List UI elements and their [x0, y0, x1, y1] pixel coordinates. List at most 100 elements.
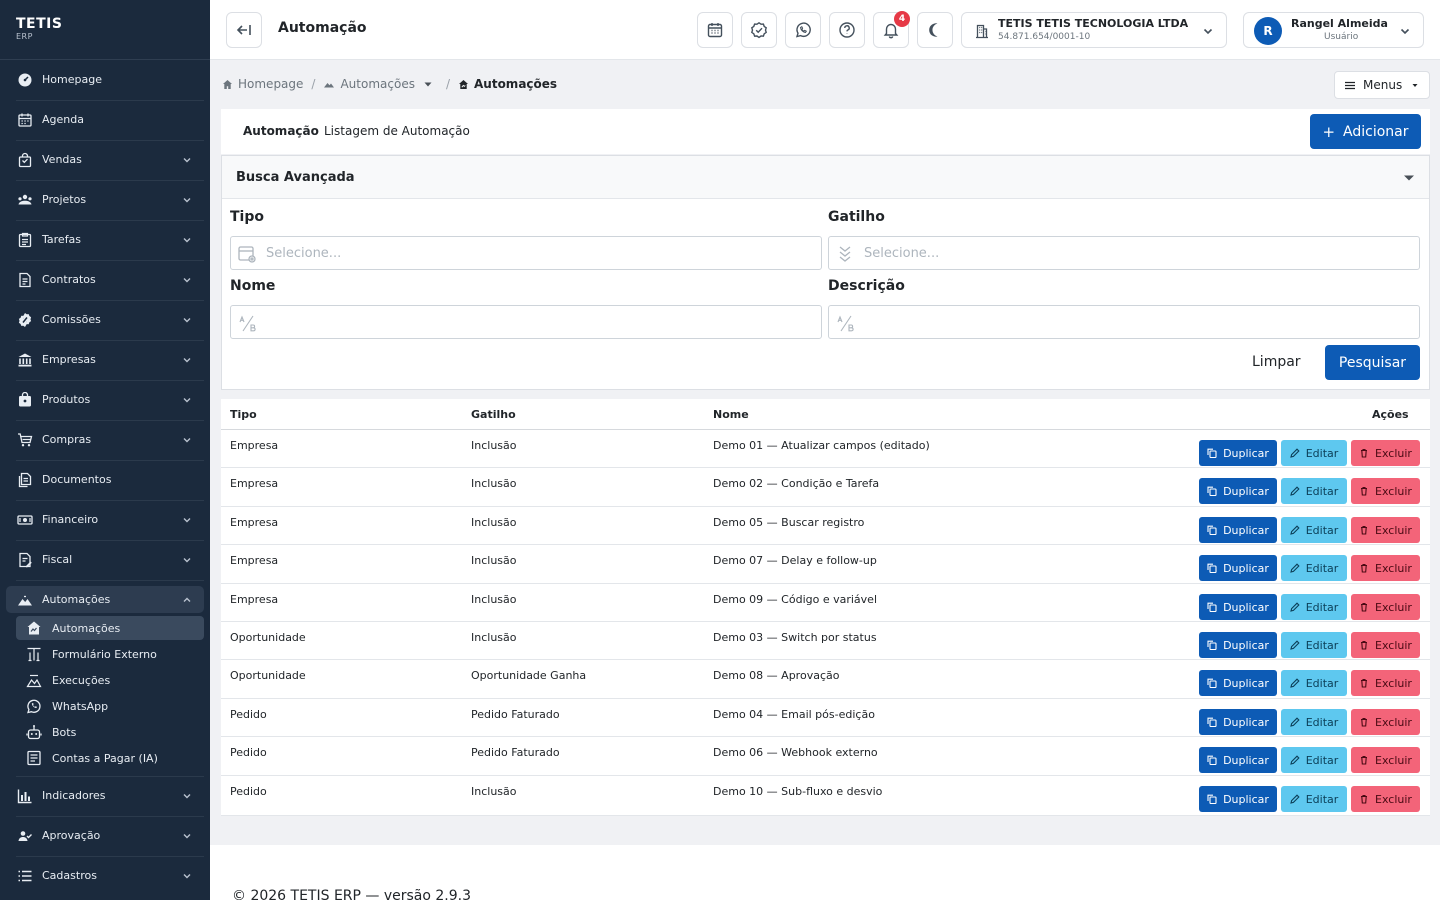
sidebar-item-automacoes[interactable]: Automações: [6, 586, 204, 613]
edit-button[interactable]: Editar: [1281, 478, 1347, 504]
sidebar-item-compras[interactable]: Compras: [6, 426, 204, 453]
sidebar-item-homepage[interactable]: Homepage: [6, 66, 204, 93]
sidebar-subitem-automacoes[interactable]: Automações: [16, 616, 204, 640]
delete-button[interactable]: Excluir: [1351, 555, 1420, 581]
duplicate-button[interactable]: Duplicar: [1199, 747, 1277, 773]
menus-label: Menus: [1363, 78, 1403, 92]
table-row[interactable]: Empresa Inclusão Demo 01 — Atualizar campo…: [221, 430, 1430, 468]
edit-button[interactable]: Editar: [1281, 747, 1347, 773]
add-button[interactable]: + Adicionar: [1310, 114, 1421, 149]
calendar-button[interactable]: [697, 12, 733, 48]
duplicate-button[interactable]: Duplicar: [1199, 670, 1277, 696]
table-row[interactable]: Empresa Inclusão Demo 07 — Delay e follow-…: [221, 545, 1430, 584]
sidebar-item-indicadores[interactable]: Indicadores: [6, 782, 204, 809]
sidebar-item-produtos[interactable]: Produtos: [6, 386, 204, 413]
sidebar-item-label: Comissões: [42, 313, 101, 326]
cell-tipo: Pedido: [230, 746, 267, 759]
delete-button[interactable]: Excluir: [1351, 709, 1420, 735]
edit-button[interactable]: Editar: [1281, 440, 1347, 466]
cell-gatilho: Inclusão: [471, 631, 517, 644]
sidebar-item-projetos[interactable]: Projetos: [6, 186, 204, 213]
theme-toggle-button[interactable]: [917, 12, 953, 48]
duplicate-button[interactable]: Duplicar: [1199, 440, 1277, 466]
edit-button[interactable]: Editar: [1281, 709, 1347, 735]
edit-label: Editar: [1305, 484, 1339, 498]
sidebar-item-financeiro[interactable]: Financeiro: [6, 506, 204, 533]
sidebar-subitem-bots[interactable]: Bots: [16, 720, 204, 744]
nome-input[interactable]: [230, 305, 822, 339]
column-header-nome[interactable]: Nome: [713, 408, 749, 421]
sidebar-item-empresas[interactable]: Empresas: [6, 346, 204, 373]
menus-dropdown-button[interactable]: Menus: [1334, 71, 1430, 99]
delete-button[interactable]: Excluir: [1351, 440, 1420, 466]
sidebar-subitem-whatsapp[interactable]: WhatsApp: [16, 694, 204, 718]
edit-button[interactable]: Editar: [1281, 517, 1347, 543]
sidebar-subitem-contasapagaria[interactable]: Contas a Pagar (IA): [16, 746, 204, 770]
clear-button[interactable]: Limpar: [1252, 354, 1301, 370]
delete-button[interactable]: Excluir: [1351, 517, 1420, 543]
duplicate-button[interactable]: Duplicar: [1199, 709, 1277, 735]
duplicate-button[interactable]: Duplicar: [1199, 594, 1277, 620]
verified-button[interactable]: [741, 12, 777, 48]
whatsapp-button[interactable]: [785, 12, 821, 48]
edit-button[interactable]: Editar: [1281, 670, 1347, 696]
sidebar-item-tarefas[interactable]: Tarefas: [6, 226, 204, 253]
sidebar-item-documentos[interactable]: Documentos: [6, 466, 204, 493]
search-button[interactable]: Pesquisar: [1325, 345, 1420, 380]
sidebar-item-agenda[interactable]: Agenda: [6, 106, 204, 133]
table-row[interactable]: Empresa Inclusão Demo 02 — Condição e Tare…: [221, 468, 1430, 507]
table-row[interactable]: Pedido Inclusão Demo 10 — Sub-fluxo e desv…: [221, 776, 1430, 816]
collapse-sidebar-button[interactable]: [226, 12, 262, 48]
duplicate-button[interactable]: Duplicar: [1199, 786, 1277, 812]
advanced-search-header[interactable]: Busca Avançada: [222, 156, 1429, 199]
delete-button[interactable]: Excluir: [1351, 632, 1420, 658]
copy-icon: [1207, 486, 1217, 496]
edit-button[interactable]: Editar: [1281, 555, 1347, 581]
user-menu[interactable]: R Rangel Almeida Usuário: [1243, 12, 1424, 48]
duplicate-label: Duplicar: [1223, 600, 1269, 614]
sidebar-item-label: Compras: [42, 433, 92, 446]
table-row[interactable]: Oportunidade Inclusão Demo 03 — Switch por…: [221, 622, 1430, 660]
duplicate-button[interactable]: Duplicar: [1199, 517, 1277, 543]
delete-label: Excluir: [1375, 792, 1412, 806]
table-row[interactable]: Empresa Inclusão Demo 05 — Buscar registro…: [221, 507, 1430, 545]
duplicate-button[interactable]: Duplicar: [1199, 632, 1277, 658]
edit-button[interactable]: Editar: [1281, 786, 1347, 812]
table-row[interactable]: Empresa Inclusão Demo 09 — Código e variáv…: [221, 584, 1430, 622]
sidebar-item-fiscal[interactable]: Fiscal: [6, 546, 204, 573]
cell-gatilho: Inclusão: [471, 477, 517, 490]
tipo-select[interactable]: Selecione...: [230, 236, 822, 270]
trash-icon: [1361, 755, 1368, 765]
sidebar-item-cadastros[interactable]: Cadastros: [6, 862, 204, 889]
chevron-down-icon: [182, 831, 192, 841]
column-header-tipo[interactable]: Tipo: [230, 408, 257, 421]
sidebar-subitem-formularioexterno[interactable]: Formulário Externo: [16, 642, 204, 666]
sidebar-item-vendas[interactable]: Vendas: [6, 146, 204, 173]
delete-button[interactable]: Excluir: [1351, 747, 1420, 773]
delete-button[interactable]: Excluir: [1351, 594, 1420, 620]
edit-button[interactable]: Editar: [1281, 594, 1347, 620]
edit-button[interactable]: Editar: [1281, 632, 1347, 658]
breadcrumb-home[interactable]: Homepage: [222, 77, 303, 91]
cell-tipo: Pedido: [230, 785, 267, 798]
notifications-button[interactable]: 4: [873, 11, 910, 48]
delete-button[interactable]: Excluir: [1351, 786, 1420, 812]
sidebar-subitem-execucoes[interactable]: Execuções: [16, 668, 204, 692]
duplicate-button[interactable]: Duplicar: [1199, 555, 1277, 581]
sidebar-item-comissoes[interactable]: Comissões: [6, 306, 204, 333]
gatilho-select[interactable]: Selecione...: [828, 236, 1420, 270]
column-header-gatilho[interactable]: Gatilho: [471, 408, 516, 421]
brand-logo[interactable]: TETIS ERP: [16, 16, 62, 41]
table-row[interactable]: Pedido Pedido Faturado Demo 04 — Email pós…: [221, 699, 1430, 737]
table-row[interactable]: Pedido Pedido Faturado Demo 06 — Webhook e…: [221, 737, 1430, 776]
breadcrumb-parent[interactable]: Automações: [323, 77, 437, 91]
descricao-input[interactable]: [828, 305, 1420, 339]
table-row[interactable]: Oportunidade Oportunidade Ganha Demo 08 — …: [221, 660, 1430, 699]
delete-button[interactable]: Excluir: [1351, 478, 1420, 504]
help-button[interactable]: [829, 12, 865, 48]
sidebar-item-contratos[interactable]: Contratos: [6, 266, 204, 293]
duplicate-button[interactable]: Duplicar: [1199, 478, 1277, 504]
delete-button[interactable]: Excluir: [1351, 670, 1420, 696]
company-selector[interactable]: TETIS TETIS TECNOLOGIA LTDA 54.871.654/0…: [961, 12, 1227, 48]
sidebar-item-aprovacao[interactable]: Aprovação: [6, 822, 204, 849]
